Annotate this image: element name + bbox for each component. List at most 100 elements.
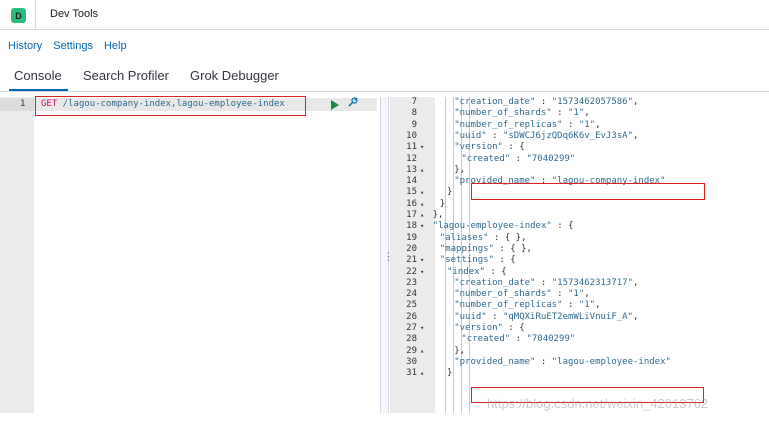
tab-bar: Console Search Profiler Grok Debugger — [0, 60, 769, 92]
response-code: "created" : "7040299" — [461, 154, 575, 165]
json-punct: , — [584, 108, 590, 119]
request-line-number: 1 — [20, 99, 26, 109]
response-line-number: 13 — [406, 164, 417, 175]
response-code: "provided_name" : "lagou-employee-index" — [454, 357, 671, 368]
response-line-number: 12 — [406, 153, 417, 164]
response-line: 20 "mappings" : { }, — [390, 244, 769, 255]
response-line-number: 16 — [406, 198, 417, 209]
json-punct: : { }, — [493, 243, 532, 254]
json-key: "creation_date" — [454, 97, 536, 107]
response-line: 26 "uuid" : "qMQXiRuET2emWLiVnuiF_A", — [390, 312, 769, 323]
fold-toggle-icon[interactable]: ▾ — [420, 221, 424, 232]
json-punct: : — [551, 108, 568, 119]
response-code: "lagou-employee-index" : { — [433, 221, 574, 232]
fold-toggle-icon[interactable]: ▴ — [420, 346, 424, 357]
response-line-number: 11 — [406, 142, 417, 153]
wrench-svg — [348, 97, 358, 107]
json-key: "version" — [454, 142, 503, 153]
play-icon[interactable] — [331, 100, 339, 110]
response-code: }, — [454, 346, 465, 357]
json-punct: } — [447, 187, 453, 198]
json-key: "number_of_replicas" — [454, 300, 563, 311]
response-line: 9 "number_of_replicas" : "1", — [390, 120, 769, 131]
menu-settings[interactable]: Settings — [53, 40, 93, 52]
response-line-number: 27 — [406, 323, 417, 333]
response-line-number: 10 — [406, 130, 417, 141]
response-code: "mappings" : { }, — [440, 244, 532, 255]
response-line-number: 23 — [406, 277, 417, 288]
json-punct: : { — [484, 266, 507, 277]
response-code: "created" : "7040299" — [461, 334, 575, 345]
response-line: 17 ▴}, — [390, 210, 769, 221]
json-key: "uuid" — [454, 311, 487, 322]
wrench-icon[interactable] — [346, 96, 359, 112]
fold-toggle-icon[interactable]: ▾ — [420, 267, 424, 278]
json-string: "sDWCJ6jzQDq6K6v_EvJ3sA" — [502, 130, 634, 141]
json-punct: }, — [432, 210, 444, 220]
response-line: 18 ▾ "lagou-employee-index" : { — [390, 221, 769, 232]
response-line: 11 ▾ "version" : { — [390, 142, 769, 153]
fold-toggle-icon[interactable]: ▴ — [420, 210, 424, 221]
json-key: "created" — [461, 153, 511, 164]
menu-help[interactable]: Help — [104, 40, 127, 52]
response-code: "number_of_shards" : "1", — [454, 108, 590, 119]
response-code: } — [440, 199, 445, 210]
json-punct: , — [633, 130, 639, 141]
response-code: "aliases" : { }, — [440, 233, 527, 244]
fold-toggle-icon[interactable]: ▴ — [420, 187, 424, 198]
menu-history[interactable]: History — [8, 40, 42, 52]
response-line-number: 19 — [406, 232, 417, 243]
response-line: 8 "number_of_shards" : "1", — [390, 108, 769, 119]
json-key: "index" — [447, 266, 485, 277]
json-string: "1" — [578, 119, 596, 130]
response-line-number: 31 — [406, 368, 417, 379]
json-punct: : — [535, 97, 552, 107]
menu-bar: History Settings Help — [8, 40, 127, 52]
json-punct: : { — [502, 142, 525, 153]
response-line-number: 18 — [406, 221, 417, 232]
json-punct: } — [439, 198, 446, 209]
tab-console[interactable]: Console — [14, 68, 62, 83]
top-bar: D Dev Tools — [0, 0, 769, 30]
json-punct: , — [633, 97, 639, 107]
response-line: 12 "created" : "7040299" — [390, 154, 769, 165]
json-string: "lagou-employee-index" — [551, 356, 671, 367]
response-code: "number_of_shards" : "1", — [454, 289, 590, 300]
response-line-number: 25 — [406, 300, 417, 311]
tab-grok-debugger[interactable]: Grok Debugger — [190, 68, 279, 83]
fold-toggle-icon[interactable]: ▾ — [420, 255, 424, 266]
response-line-number: 7 — [411, 97, 417, 107]
fold-toggle-icon[interactable]: ▴ — [420, 199, 424, 210]
active-tab-indicator — [9, 89, 68, 91]
json-string: "1" — [568, 108, 585, 119]
json-key: "number_of_replicas" — [454, 119, 563, 130]
response-line-number: 30 — [406, 356, 417, 367]
watermark: https://blog.csdn.net/weixin_42013762 — [487, 396, 709, 411]
response-line: 13 ▴}, — [390, 165, 769, 176]
response-line: 28 "created" : "7040299" — [390, 334, 769, 345]
json-punct: : { }, — [488, 232, 527, 243]
response-line-number: 24 — [406, 289, 417, 300]
response-code: "version" : { — [454, 323, 524, 334]
response-line-number: 29 — [406, 345, 417, 356]
json-punct: , — [595, 300, 601, 311]
tab-search-profiler[interactable]: Search Profiler — [83, 68, 169, 83]
app-badge[interactable]: D — [11, 8, 26, 23]
json-key: "created" — [461, 334, 511, 345]
json-key: "number_of_shards" — [454, 108, 552, 119]
json-punct: }, — [454, 345, 466, 356]
response-code: "number_of_replicas" : "1", — [454, 300, 600, 311]
response-line: 19 "aliases" : { }, — [390, 233, 769, 244]
fold-toggle-icon[interactable]: ▾ — [420, 323, 424, 334]
json-punct: } — [447, 368, 453, 379]
topbar-divider — [35, 0, 36, 30]
json-punct: : — [486, 130, 503, 141]
fold-toggle-icon[interactable]: ▾ — [420, 142, 424, 153]
fold-toggle-icon[interactable]: ▴ — [420, 368, 424, 379]
response-code: "creation_date" : "1573462313717", — [454, 278, 638, 289]
response-line-number: 28 — [406, 334, 417, 345]
json-key: "creation_date" — [454, 277, 536, 288]
json-key: "aliases" — [439, 232, 489, 243]
json-punct: , — [595, 119, 601, 130]
fold-toggle-icon[interactable]: ▴ — [420, 165, 424, 176]
